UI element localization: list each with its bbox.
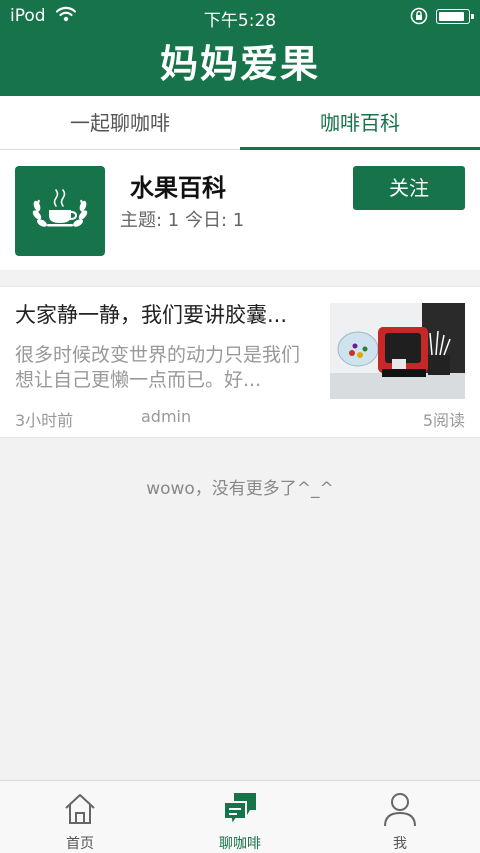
person-icon (380, 789, 420, 833)
chat-bubbles-icon (220, 789, 260, 833)
article-author: admin (141, 407, 192, 426)
article-thumbnail (330, 303, 465, 399)
tabbar-label-me: 我 (393, 836, 407, 852)
tab-chat-coffee[interactable]: 一起聊咖啡 (0, 96, 240, 150)
article-time: 3小时前 (15, 411, 74, 430)
home-icon (60, 789, 100, 833)
article-title: 大家静一静，我们要讲胶囊... (15, 303, 288, 327)
article-read-count: 5阅读 (422, 411, 465, 430)
tabbar-label-home: 首页 (66, 836, 94, 852)
rotation-lock-icon (410, 7, 428, 30)
forum-info-card: 水果百科 主题: 1 今日: 1 关注 (0, 150, 480, 270)
battery-icon (436, 9, 474, 24)
status-bar: iPod 下午5:28 (0, 0, 480, 32)
forum-stats: 主题: 1 今日: 1 (120, 210, 245, 231)
tab-coffee-wiki[interactable]: 咖啡百科 (240, 96, 480, 151)
bottom-tab-bar: 首页 聊咖啡 我 (0, 780, 480, 853)
article-excerpt: 很多时候改变世界的动力只是我们想让自己更懒一点而已。好... (15, 344, 301, 391)
list-end-text: wowo，没有更多了^_^ (146, 479, 334, 499)
tab-bar: 一起聊咖啡 咖啡百科 (0, 96, 480, 151)
tabbar-item-me[interactable]: 我 (320, 781, 480, 853)
clock: 下午5:28 (203, 11, 277, 31)
article-list-item[interactable]: 大家静一静，我们要讲胶囊... 很多时候改变世界的动力只是我们想让自己更懒一点而… (0, 286, 480, 438)
page-title: 妈妈爱果 (0, 32, 480, 96)
coffee-laurel-icon (15, 166, 105, 256)
tabbar-item-chat[interactable]: 聊咖啡 (160, 781, 320, 853)
tabbar-item-home[interactable]: 首页 (0, 781, 160, 853)
follow-button[interactable]: 关注 (353, 166, 465, 210)
forum-name: 水果百科 (130, 174, 226, 202)
battery-fill (439, 12, 464, 21)
tabbar-label-chat: 聊咖啡 (219, 836, 261, 852)
